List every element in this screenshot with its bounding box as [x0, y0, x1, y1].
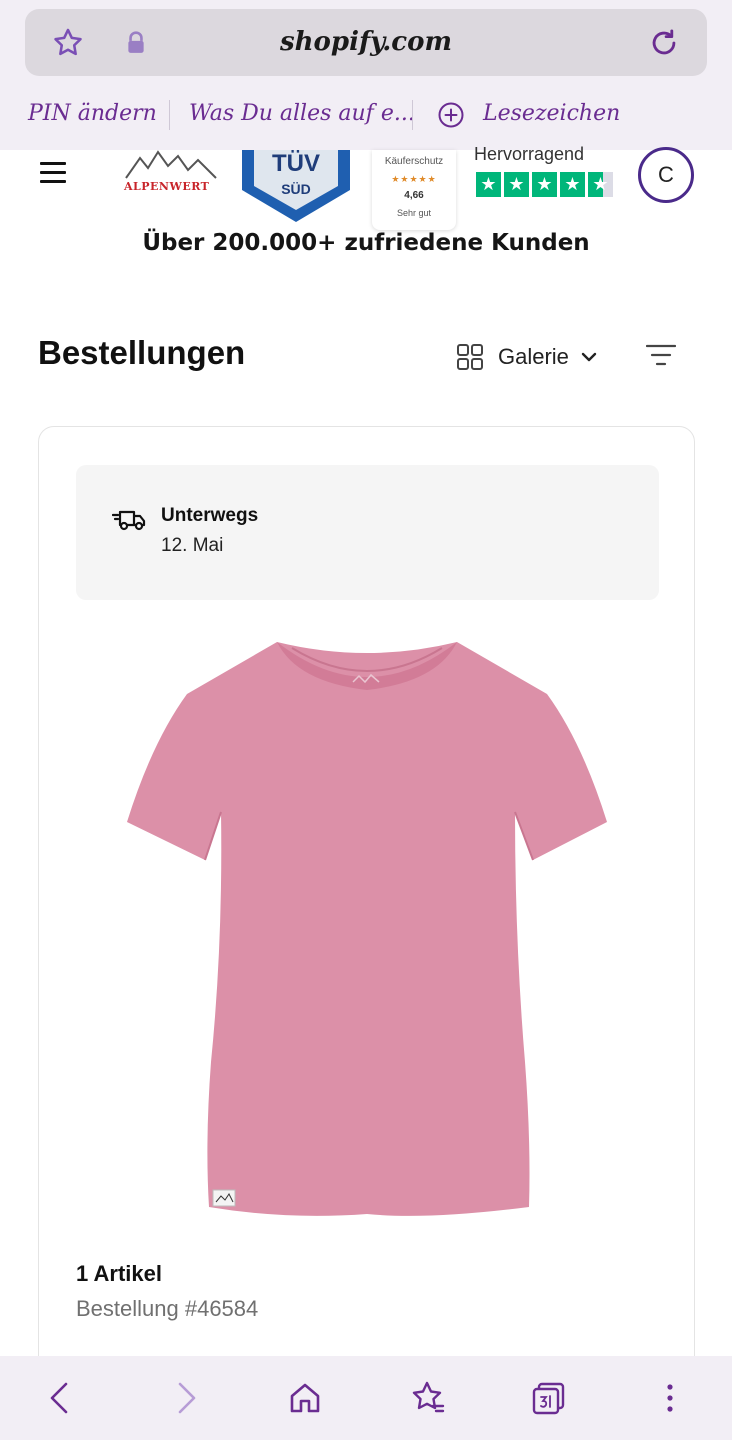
view-toggle[interactable]: Galerie: [456, 340, 597, 374]
kaeuferschutz-score: 4,66: [404, 190, 424, 201]
star-icon: ★: [476, 172, 501, 197]
kaeuferschutz-rating: Sehr gut: [396, 208, 432, 218]
browser-toolbar: shopify.com PIN ändern Was Du alles auf …: [0, 0, 732, 150]
trustpilot-rating: Hervorragend ★ ★ ★ ★ ★: [472, 144, 622, 202]
bookmark-divider: [169, 100, 170, 130]
bookmark-divider: [412, 100, 413, 130]
product-image[interactable]: [127, 642, 607, 1217]
star-icon: ★: [560, 172, 585, 197]
tuv-badge: TÜV SÜD: [236, 150, 356, 222]
address-bar[interactable]: shopify.com: [25, 9, 707, 76]
bookmarks-icon[interactable]: [409, 1380, 445, 1416]
truck-icon: [112, 510, 146, 531]
customers-banner: Über 200.000+ zufriedene Kunden: [142, 230, 590, 256]
account-avatar[interactable]: C: [638, 147, 694, 203]
plus-circle-icon[interactable]: [437, 101, 465, 129]
home-icon[interactable]: [287, 1380, 323, 1416]
back-icon[interactable]: [42, 1380, 78, 1416]
menu-icon[interactable]: [40, 162, 68, 184]
reload-icon[interactable]: [647, 26, 681, 60]
browser-bottom-bar: [0, 1356, 732, 1440]
bookmark-lesezeichen[interactable]: Lesezeichen: [483, 90, 620, 138]
order-card[interactable]: Unterwegs 12. Mai 1 Artikel Bestellung #…: [38, 426, 695, 1386]
kaeuferschutz-label: Käuferschutz: [384, 156, 444, 167]
bookmark-was-du-alles[interactable]: Was Du alles auf e...: [189, 90, 415, 138]
tuv-title: TÜV: [272, 150, 320, 177]
order-status: Unterwegs 12. Mai: [76, 465, 659, 600]
kaeuferschutz-stars: ★★★★★: [391, 174, 437, 184]
star-icon: ★: [588, 172, 613, 197]
order-number: Bestellung #46584: [76, 1296, 259, 1321]
status-date: 12. Mai: [161, 535, 224, 556]
tabs-icon[interactable]: [531, 1380, 567, 1416]
filter-icon[interactable]: [646, 344, 676, 366]
chevron-down-icon: [581, 352, 597, 362]
star-icon: ★: [504, 172, 529, 197]
brand-name: ALPENWERT: [124, 180, 210, 193]
view-label: Galerie: [498, 344, 569, 369]
page-title: Bestellungen: [38, 334, 246, 371]
orders-header: Bestellungen Galerie: [38, 332, 694, 382]
item-count: 1 Artikel: [76, 1261, 163, 1286]
bookmark-pin-aendern[interactable]: PIN ändern: [28, 90, 157, 138]
site-header: ALPENWERT TÜV SÜD Käuferschutz ★★★★★ 4,6…: [0, 144, 732, 270]
trustpilot-label: Hervorragend: [474, 144, 585, 164]
url-text: shopify.com: [280, 27, 452, 57]
trustpilot-stars: ★ ★ ★ ★ ★: [476, 172, 613, 197]
tuv-subtitle: SÜD: [281, 181, 311, 197]
forward-icon[interactable]: [168, 1380, 204, 1416]
mountain-logo-icon: [125, 150, 217, 179]
star-icon: ★: [532, 172, 557, 197]
kaeuferschutz-badge: Käuferschutz ★★★★★ 4,66 Sehr gut: [372, 150, 456, 230]
more-icon[interactable]: [652, 1380, 688, 1416]
brand-logo[interactable]: ALPENWERT: [122, 150, 220, 196]
bookmarks-bar: PIN ändern Was Du alles auf e... Lesezei…: [0, 90, 732, 138]
status-label: Unterwegs: [161, 505, 259, 526]
grid-icon: [457, 344, 483, 370]
